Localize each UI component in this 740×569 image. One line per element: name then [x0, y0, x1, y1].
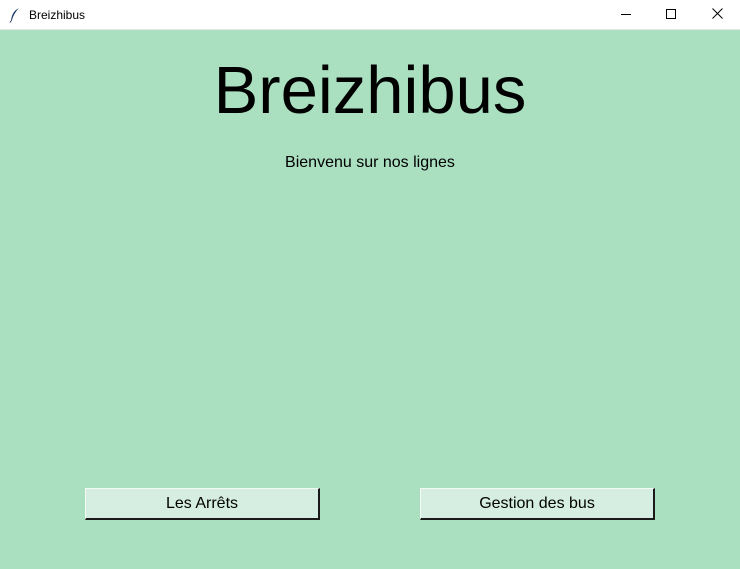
feather-icon [8, 7, 22, 23]
window-title: Breizhibus [29, 8, 86, 22]
close-icon [711, 6, 723, 24]
app-window: Breizhibus Breizhibus Bienvenu sur nos l… [0, 0, 740, 569]
minimize-icon [621, 6, 631, 24]
minimize-button[interactable] [603, 0, 649, 29]
title-bar[interactable]: Breizhibus [0, 0, 740, 30]
close-button[interactable] [694, 0, 740, 29]
welcome-text: Bienvenu sur nos lignes [285, 154, 455, 171]
maximize-icon [666, 6, 676, 24]
page-title: Breizhibus [213, 53, 527, 128]
main-content: Breizhibus Bienvenu sur nos lignes Les A… [0, 30, 740, 569]
stops-button[interactable]: Les Arrêts [85, 488, 320, 520]
maximize-button[interactable] [648, 0, 694, 29]
bus-management-button[interactable]: Gestion des bus [420, 488, 655, 520]
